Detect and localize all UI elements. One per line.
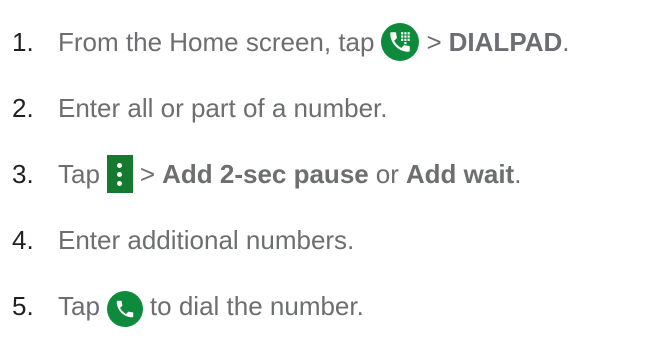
menu-target: DIALPAD	[448, 26, 563, 57]
step-1: 1. From the Home screen, tap > DIALPAD .	[12, 20, 570, 64]
separator: >	[426, 26, 442, 57]
step-3: 3. Tap > Add 2-sec pause or Add wait .	[12, 152, 521, 196]
step-5: 5. Tap to dial the number.	[12, 284, 364, 328]
separator: >	[139, 158, 156, 189]
step-text: From the Home screen, tap	[58, 26, 375, 57]
call-icon	[106, 291, 143, 327]
step-text: Tap	[58, 158, 100, 189]
conjunction: or	[375, 158, 399, 189]
step-text: Tap	[58, 290, 100, 321]
step-2: 2. Enter all or part of a number.	[12, 86, 388, 130]
instruction-list: 1. From the Home screen, tap > DIALPAD .…	[0, 0, 650, 337]
step-number: 4.	[12, 224, 34, 255]
period: .	[514, 158, 522, 189]
step-4: 4. Enter additional numbers.	[12, 218, 354, 262]
step-number: 5.	[12, 290, 34, 321]
step-number: 3.	[12, 158, 34, 189]
more-options-icon	[106, 155, 133, 193]
phone-dialpad-icon	[381, 23, 420, 61]
step-number: 1.	[12, 26, 34, 57]
period: .	[562, 26, 570, 57]
step-text: Enter additional numbers.	[58, 224, 355, 255]
step-text-end: to dial the number.	[149, 290, 364, 321]
menu-option-wait: Add wait	[405, 158, 515, 189]
step-text: Enter all or part of a number.	[58, 92, 388, 123]
step-number: 2.	[12, 92, 34, 123]
menu-option-pause: Add 2-sec pause	[162, 158, 369, 189]
